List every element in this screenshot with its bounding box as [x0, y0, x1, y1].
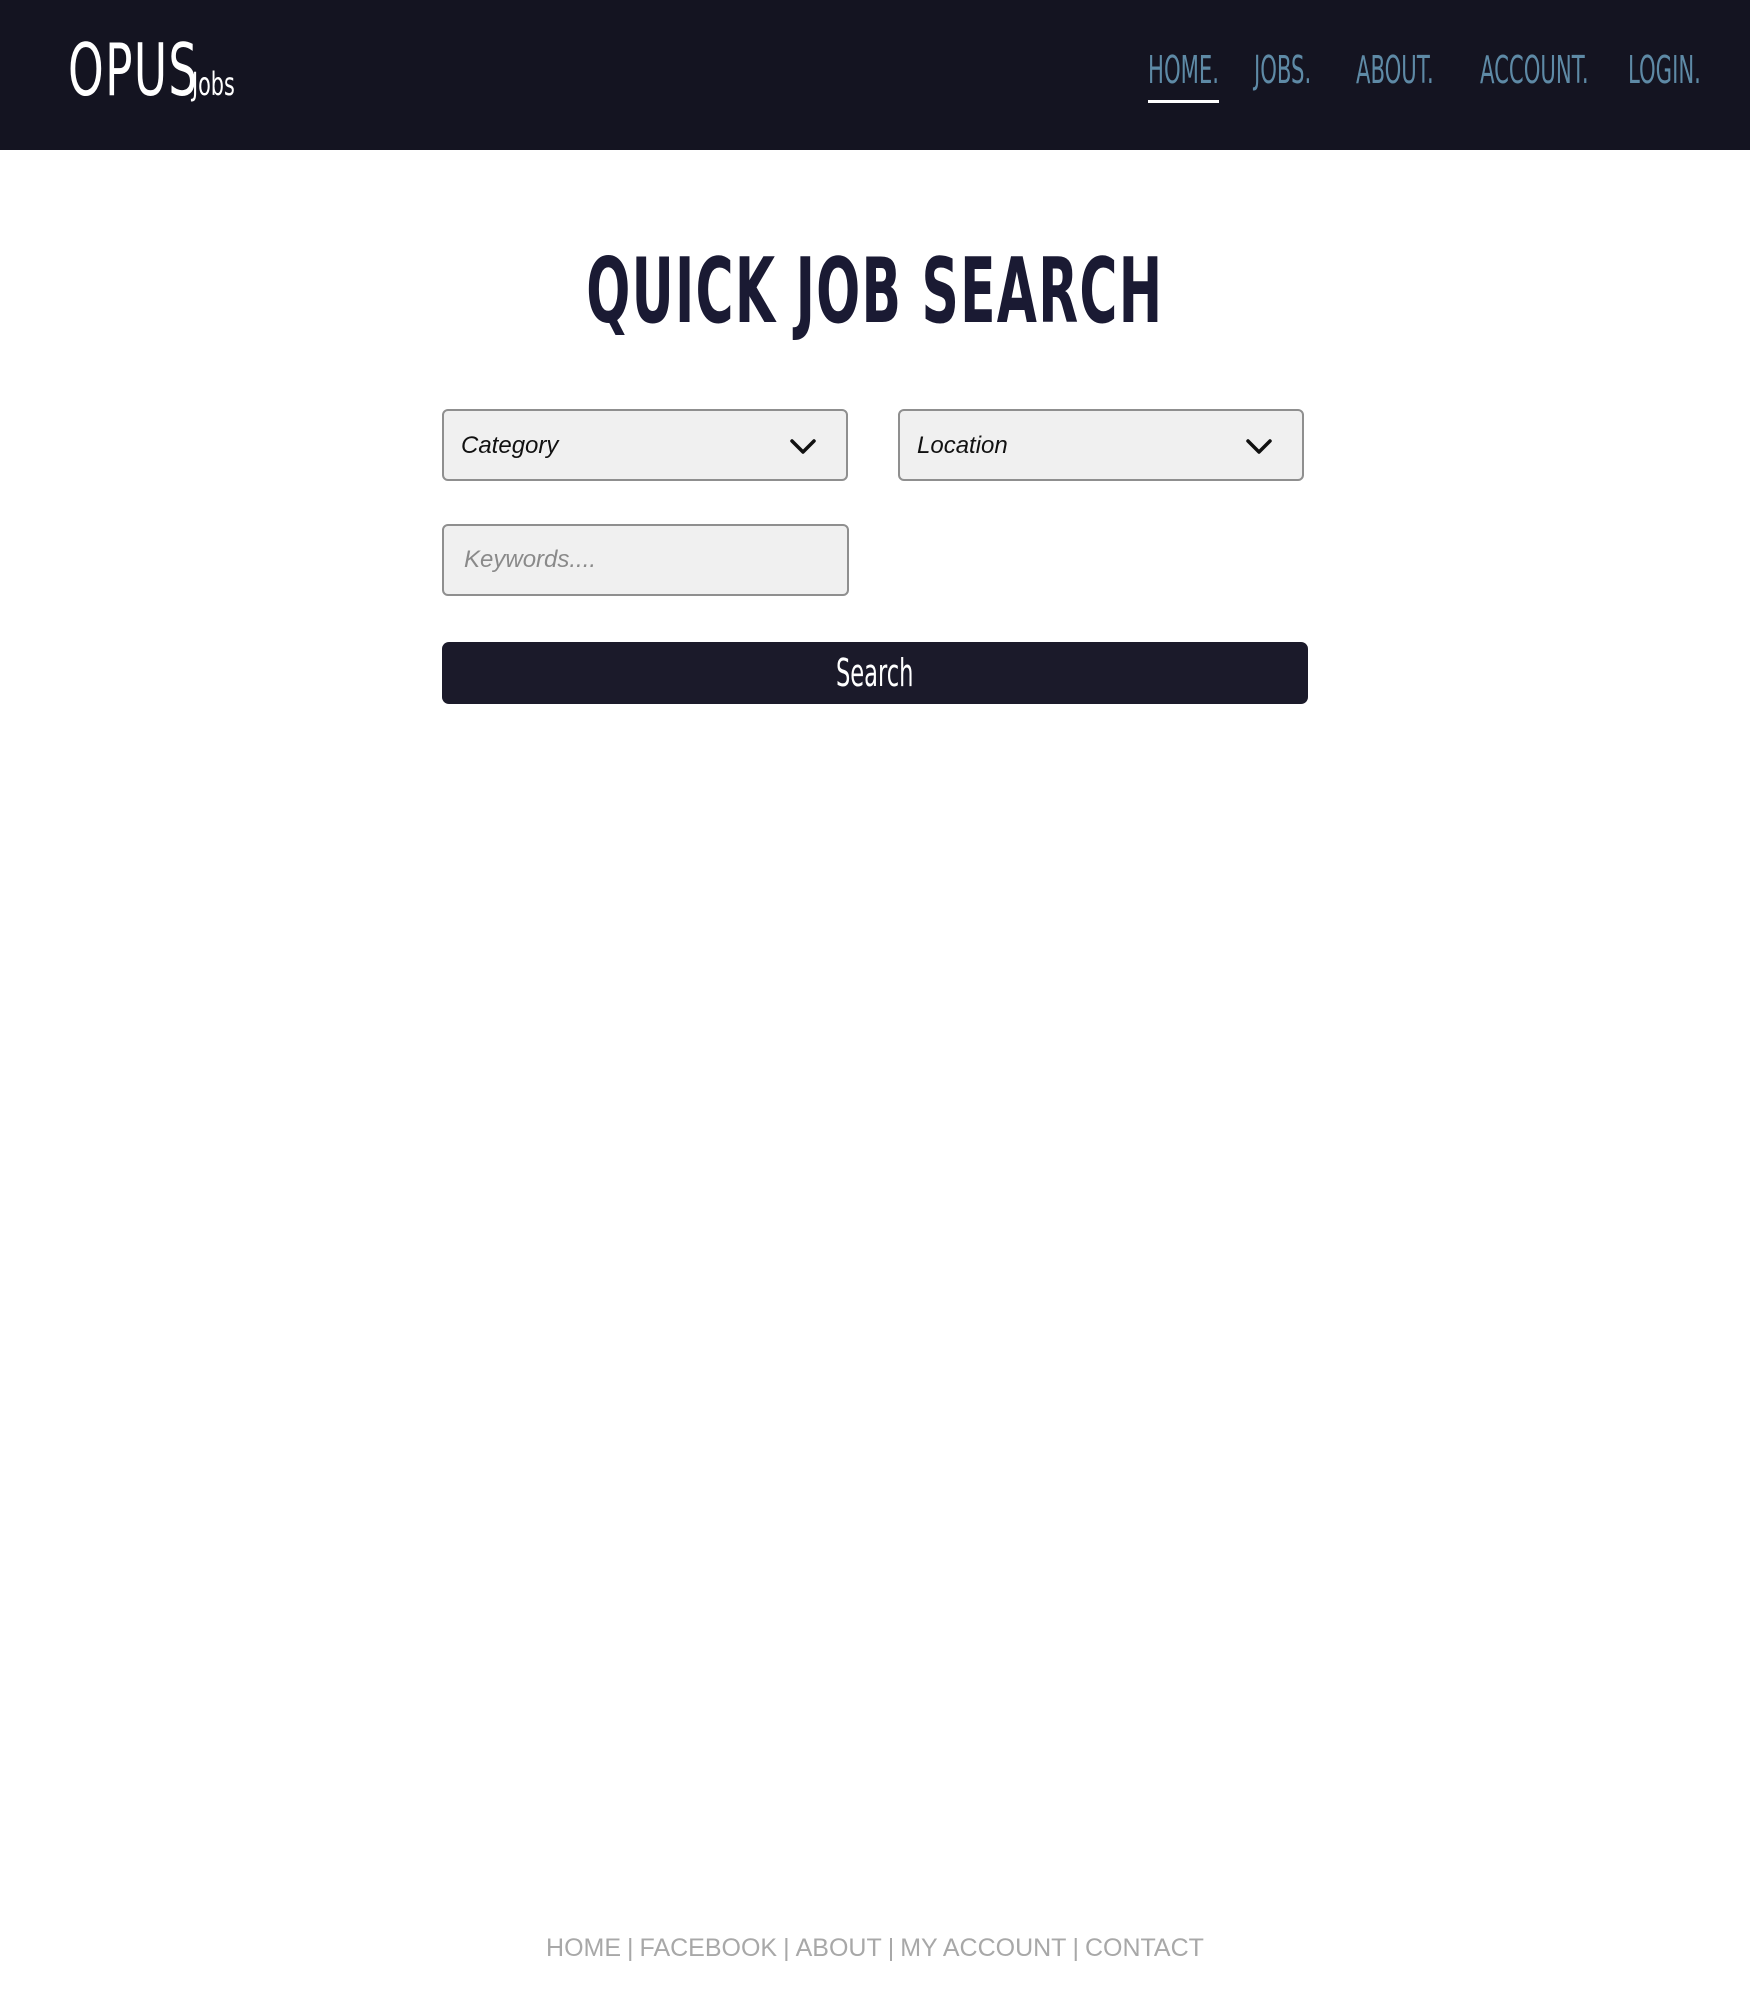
search-button[interactable]: Search — [442, 642, 1308, 704]
nav-account[interactable]: ACCOUNT. — [1480, 48, 1589, 94]
search-button-label: Search — [836, 651, 914, 695]
footer-link-home[interactable]: HOME — [546, 1934, 621, 1962]
site-footer: HOME | FACEBOOK | ABOUT | MY ACCOUNT | CONTACT — [0, 1934, 1750, 1963]
location-select-label: Location — [917, 432, 1008, 459]
location-select[interactable]: Location — [898, 409, 1304, 481]
footer-link-facebook[interactable]: FACEBOOK — [640, 1934, 778, 1962]
footer-link-contact[interactable]: CONTACT — [1085, 1934, 1204, 1962]
logo-sub-text: Jobs — [192, 65, 235, 103]
nav-login[interactable]: LOGIN. — [1628, 48, 1701, 94]
keywords-input[interactable] — [442, 524, 849, 596]
category-select[interactable]: Category — [442, 409, 848, 481]
site-header: OPUSJobs HOME. JOBS. ABOUT. ACCOUNT. LOG… — [0, 0, 1750, 150]
chevron-down-icon — [1246, 439, 1272, 454]
category-select-label: Category — [461, 432, 559, 459]
logo-main-text: OPUS — [68, 28, 199, 112]
footer-link-about[interactable]: ABOUT — [796, 1934, 882, 1962]
footer-separator: | — [783, 1934, 790, 1962]
footer-separator: | — [627, 1934, 634, 1962]
nav-active-underline — [1148, 100, 1219, 103]
nav-jobs[interactable]: JOBS. — [1254, 48, 1311, 94]
footer-link-my-account[interactable]: MY ACCOUNT — [900, 1934, 1066, 1962]
nav-home[interactable]: HOME. — [1148, 48, 1219, 94]
site-logo[interactable]: OPUSJobs — [68, 34, 251, 106]
page: OPUSJobs HOME. JOBS. ABOUT. ACCOUNT. LOG… — [0, 0, 1750, 2000]
page-title-text: QUICK JOB SEARCH — [586, 239, 1164, 344]
footer-separator: | — [1072, 1934, 1079, 1962]
footer-separator: | — [887, 1934, 895, 1962]
page-title: QUICK JOB SEARCH — [0, 238, 1750, 346]
nav-about[interactable]: ABOUT. — [1356, 48, 1434, 94]
chevron-down-icon — [790, 439, 816, 454]
